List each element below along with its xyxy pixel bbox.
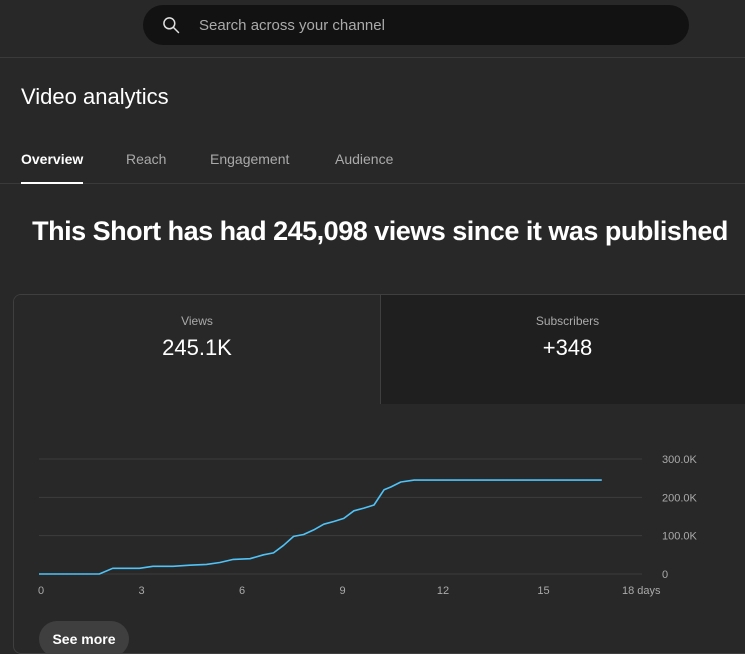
metrics-card: Views 245.1K Subscribers +348 0 100.0K 200… xyxy=(13,294,745,654)
x-tick-label: 6 xyxy=(239,585,245,597)
views-series-line xyxy=(39,479,602,575)
views-headline: This Short has had 245,098 views since i… xyxy=(32,216,728,246)
x-tick-label: 12 xyxy=(437,585,449,597)
y-tick-label: 200.0K xyxy=(662,492,698,504)
search-icon xyxy=(163,17,180,34)
x-tick-label: 18 days xyxy=(622,585,661,597)
views-line-chart: 0 100.0K 200.0K 300.0K 0 3 6 9 12 15 18 days xyxy=(38,454,698,597)
search-input[interactable] xyxy=(199,16,689,34)
y-tick-label: 300.0K xyxy=(662,454,698,466)
y-tick-label: 100.0K xyxy=(662,531,698,543)
tab-reach[interactable]: Reach xyxy=(126,151,166,184)
x-tick-label: 3 xyxy=(138,585,144,597)
y-tick-label: 0 xyxy=(662,569,668,581)
page-title: Video analytics xyxy=(21,84,169,109)
x-tick-label: 0 xyxy=(38,585,44,597)
tab-overview[interactable]: Overview xyxy=(21,151,84,184)
top-bar xyxy=(0,0,745,58)
tab-audience[interactable]: Audience xyxy=(335,151,393,184)
search-bar[interactable] xyxy=(143,5,689,45)
analytics-tabs: Overview Reach Engagement Audience xyxy=(0,140,745,184)
x-tick-label: 9 xyxy=(339,585,345,597)
see-more-button[interactable]: See more xyxy=(39,621,129,653)
tab-engagement[interactable]: Engagement xyxy=(210,151,289,184)
x-tick-label: 15 xyxy=(537,585,549,597)
